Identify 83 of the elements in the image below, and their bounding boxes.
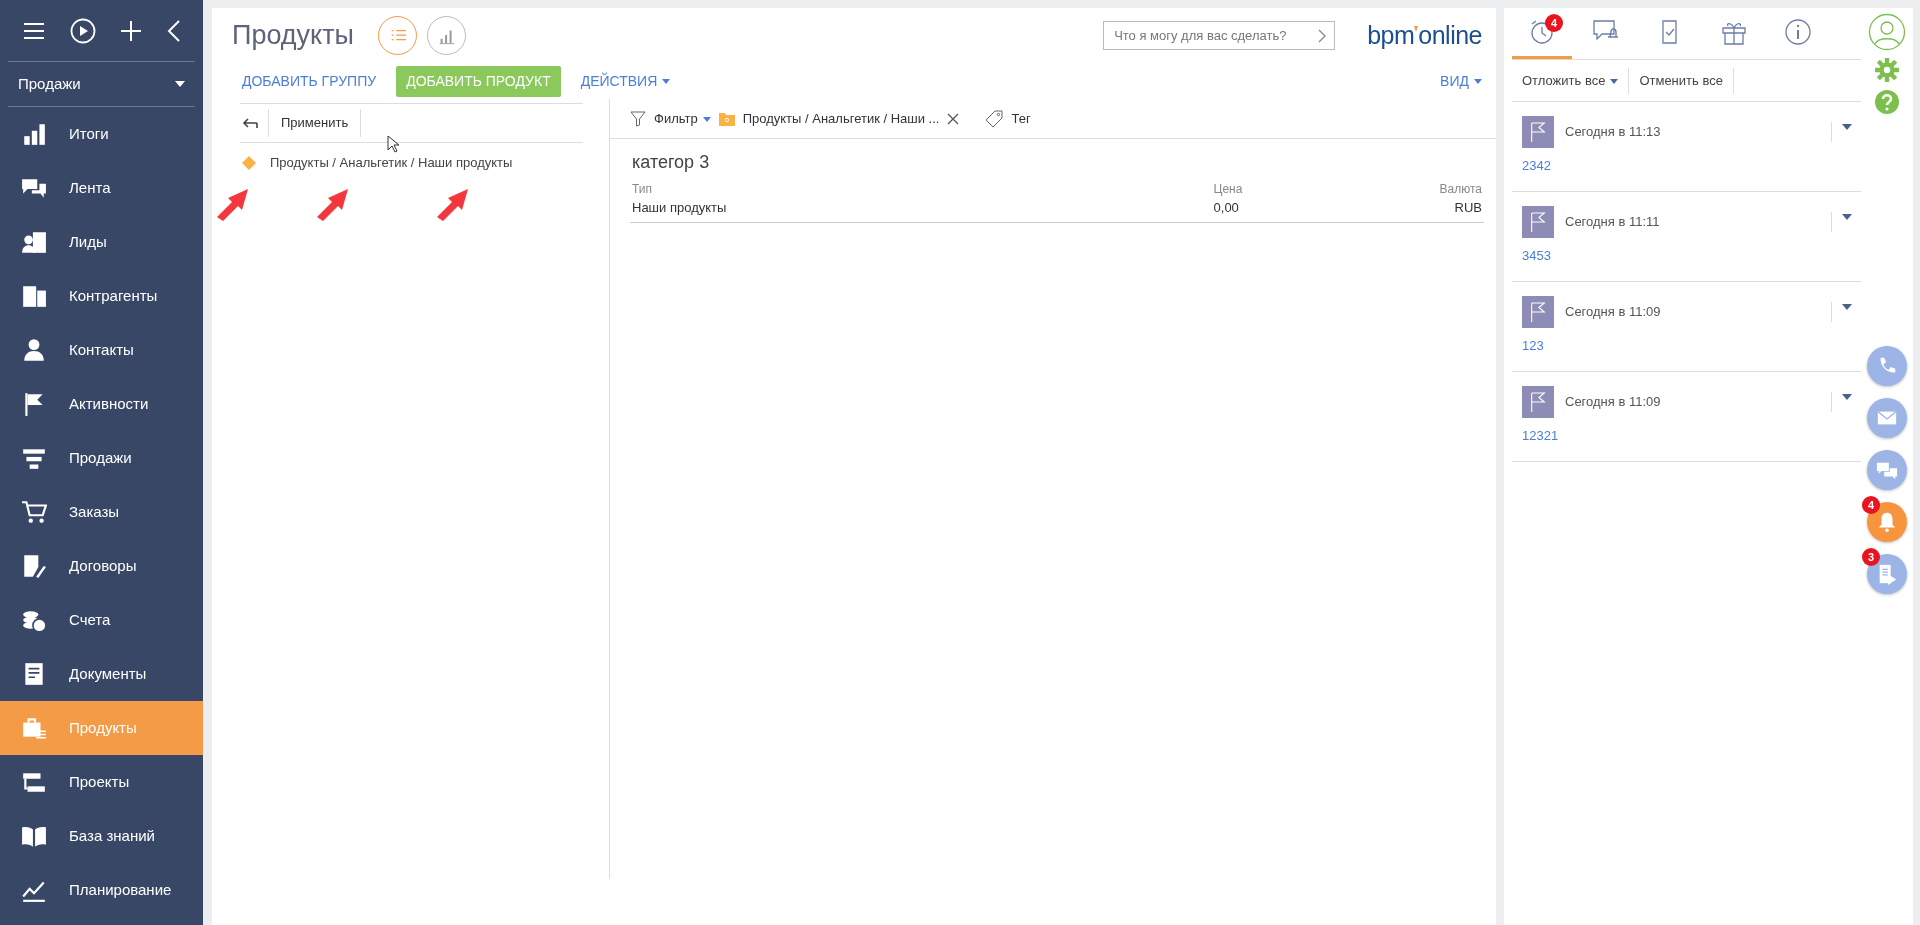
sidebar-item[interactable]: Лента (0, 161, 203, 215)
caret-icon[interactable] (1841, 124, 1852, 130)
view-dropdown[interactable]: ВИД (1440, 70, 1482, 92)
sidebar-item[interactable]: Лиды (0, 215, 203, 269)
collapse-icon[interactable] (166, 18, 181, 43)
notification-link[interactable]: 3453 (1522, 246, 1551, 266)
sidebar-item[interactable]: База знаний (0, 809, 203, 863)
apply-button[interactable]: Применить (269, 113, 361, 133)
cart-icon (21, 499, 47, 525)
person-building-icon (21, 229, 47, 255)
bell-button[interactable] (1867, 502, 1907, 542)
cancel-all-button[interactable]: Отменить все (1629, 70, 1733, 91)
logo-mark-icon (1414, 25, 1419, 32)
folder-icon (718, 111, 735, 126)
notification-time: Сегодня в 11:09 (1565, 393, 1662, 412)
notification-tab[interactable]: 4 (1512, 8, 1572, 59)
actions-dropdown[interactable]: ДЕЙСТВИЯ (580, 70, 671, 92)
sidebar-item[interactable]: Контакты (0, 323, 203, 377)
count-badge: 3 (1862, 548, 1880, 566)
flag-icon (1529, 121, 1547, 143)
sidebar-item[interactable]: Планирование (0, 863, 203, 917)
process-button[interactable] (1867, 554, 1907, 594)
caret-icon[interactable] (1841, 304, 1852, 310)
sidebar-item[interactable]: Продажи (0, 431, 203, 485)
field-label: Валюта (1439, 181, 1482, 198)
caret-icon[interactable] (1841, 214, 1852, 220)
field-label: Тип (632, 181, 653, 198)
person-icon (21, 337, 47, 363)
back-arrow-icon[interactable] (242, 118, 258, 128)
tag-icon (985, 109, 1004, 128)
folder-filter-tag: Продукты / Анальгетик / Наши ... (742, 108, 940, 129)
building-icon (21, 283, 47, 309)
postpone-all-dropdown[interactable]: Отложить все (1512, 70, 1629, 91)
workspace-label: Продажи (18, 73, 81, 94)
sidebar-item[interactable]: Итоги (0, 107, 203, 161)
funnel-icon (630, 110, 646, 127)
sidebar-item[interactable]: Документы (0, 647, 203, 701)
folder-item[interactable]: Продукты / Анальгетик / Наши продукты (270, 153, 513, 173)
record-title[interactable]: категор 3 (632, 149, 1482, 176)
count-badge: 4 (1545, 14, 1563, 32)
add-group-link[interactable]: ДОБАВИТЬ ГРУППУ (242, 70, 377, 92)
field-value: Наши продукты (632, 199, 728, 217)
logo-text: online (1418, 19, 1482, 51)
field-label: Цена (1213, 181, 1244, 198)
notification-time: Сегодня в 11:09 (1565, 303, 1662, 322)
flag-icon (1529, 211, 1547, 233)
briefcase-icon (21, 715, 47, 741)
plus-icon[interactable] (119, 18, 144, 43)
cursor-icon (387, 134, 399, 153)
sidebar-item[interactable]: Договоры (0, 539, 203, 593)
view-toggle-button[interactable] (427, 16, 466, 55)
count-badge: 4 (1862, 496, 1880, 514)
document-pen-icon (21, 553, 47, 579)
search-field[interactable]: Что я могу для вас сделать? (1103, 21, 1336, 50)
notification-time: Сегодня в 11:13 (1565, 123, 1662, 142)
page-title: Продукты (232, 19, 354, 53)
diamond-icon (242, 155, 256, 170)
caret-icon[interactable] (1841, 394, 1852, 400)
sidebar-item[interactable]: Заказы (0, 485, 203, 539)
bell-icon (1876, 511, 1898, 533)
notification-link[interactable]: 123 (1522, 336, 1544, 356)
filter-dropdown[interactable]: Фильтр (654, 108, 711, 129)
sidebar-item[interactable]: Проекты (0, 755, 203, 809)
flag-icon (1529, 391, 1547, 413)
view-toggle-button[interactable] (378, 16, 417, 55)
tag-button[interactable]: Тег (1011, 108, 1031, 129)
logo-text: bpm (1367, 19, 1415, 51)
sidebar-item[interactable]: Активности (0, 377, 203, 431)
chart-icon (21, 121, 47, 147)
notification-link[interactable]: 12321 (1522, 426, 1559, 446)
caret-icon (175, 81, 185, 87)
flag-icon (1529, 301, 1547, 323)
field-value: 0,00 (1213, 199, 1240, 217)
chevron-right-icon (1318, 28, 1327, 43)
notification-link[interactable]: 2342 (1522, 156, 1551, 176)
alarm-clock-icon (1528, 18, 1556, 46)
sidebar-item[interactable]: Контрагенты (0, 269, 203, 323)
close-icon[interactable] (947, 112, 960, 125)
play-icon[interactable] (69, 17, 96, 44)
notification-time: Сегодня в 11:11 (1565, 213, 1661, 232)
field-value: RUB (1453, 199, 1482, 217)
sidebar-item[interactable]: Счета (0, 593, 203, 647)
info-icon (1784, 18, 1812, 46)
